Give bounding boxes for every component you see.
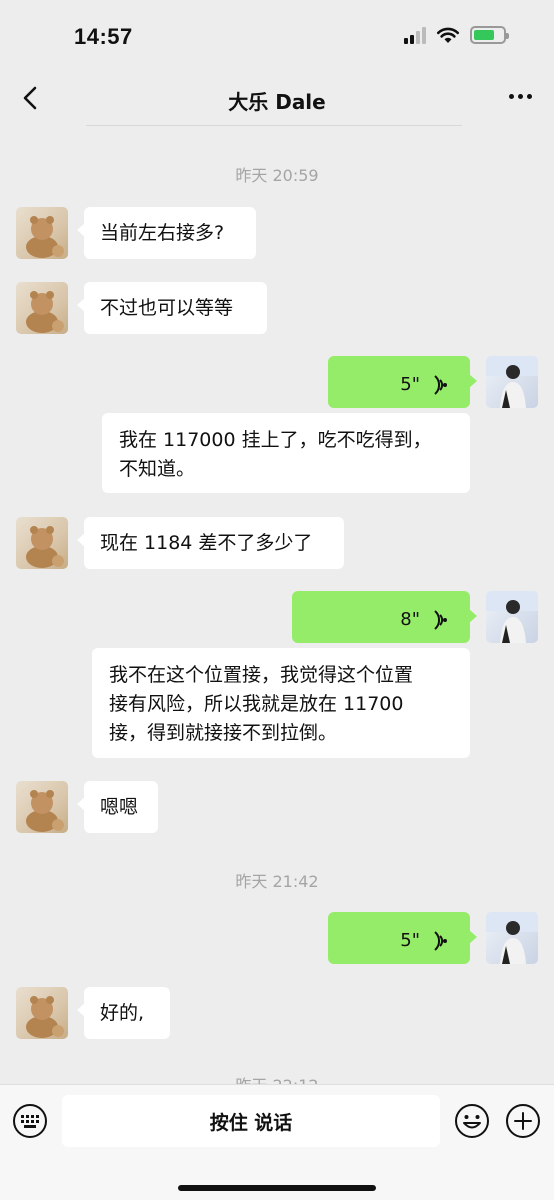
voice-transcript[interactable]: 我在 117000 挂上了，吃不吃得到， 不知道。 [102, 413, 470, 493]
bear-figure-icon [26, 790, 64, 832]
timestamp: 昨天 20:59 [235, 166, 319, 185]
hold-to-talk-button[interactable]: 按住 说话 [62, 1095, 440, 1147]
status-bar: 14:57 [0, 0, 554, 70]
timestamp: 昨天 21:42 [235, 872, 319, 891]
person-photo-icon [486, 356, 538, 408]
bear-figure-icon [26, 291, 64, 333]
transcript-line: 接有风险，所以我就是放在 11700 [109, 693, 404, 715]
voice-message-bubble[interactable]: 5" [328, 356, 477, 408]
person-photo-icon [486, 591, 538, 643]
keyboard-toggle-icon[interactable] [12, 1103, 48, 1139]
voice-duration: 5" [400, 374, 420, 395]
message-text: 现在 1184 差不了多少了 [100, 532, 313, 554]
my-avatar[interactable] [486, 912, 538, 964]
contact-avatar[interactable] [16, 781, 68, 833]
voice-message-content: 5" [400, 926, 448, 956]
bear-figure-icon [26, 216, 64, 258]
voice-message-bubble[interactable]: 5" [328, 912, 477, 964]
transcript-line: 接，得到就接接不到拉倒。 [109, 722, 338, 744]
message-text: 好的, [100, 1002, 145, 1024]
voice-duration: 8" [400, 609, 420, 630]
more-options-icon[interactable] [509, 94, 532, 99]
message-bubble-incoming[interactable]: 现在 1184 差不了多少了 [77, 517, 344, 569]
message-bubble-incoming[interactable]: 不过也可以等等 [77, 282, 267, 334]
voice-message-bubble[interactable]: 8" [292, 591, 477, 643]
status-time: 14:57 [74, 24, 133, 49]
contact-avatar[interactable] [16, 282, 68, 334]
voice-duration: 5" [400, 930, 420, 951]
my-avatar[interactable] [486, 356, 538, 408]
transcript-line: 我在 117000 挂上了，吃不吃得到， [119, 429, 432, 451]
voice-wave-icon [434, 931, 447, 951]
message-bubble-incoming[interactable]: 当前左右接多? [77, 207, 256, 259]
home-indicator [178, 1185, 376, 1191]
bear-figure-icon [26, 526, 64, 568]
message-text: 不过也可以等等 [100, 297, 234, 319]
voice-wave-icon [434, 375, 447, 395]
my-avatar[interactable] [486, 591, 538, 643]
chat-header: 大乐 Dale [0, 70, 554, 126]
person-photo-icon [486, 912, 538, 964]
voice-transcript[interactable]: 我不在这个位置接，我觉得这个位置 接有风险，所以我就是放在 11700 接，得到… [92, 648, 470, 758]
voice-message-content: 8" [400, 605, 448, 635]
message-bubble-incoming[interactable]: 好的, [77, 987, 170, 1039]
message-text: 当前左右接多? [100, 222, 225, 244]
cellular-signal-icon [404, 26, 426, 44]
message-text: 嗯嗯 [100, 796, 139, 818]
voice-message-content: 5" [400, 370, 448, 400]
message-bubble-incoming[interactable]: 嗯嗯 [77, 781, 158, 833]
bear-figure-icon [26, 996, 64, 1038]
contact-avatar[interactable] [16, 207, 68, 259]
contact-avatar[interactable] [16, 517, 68, 569]
contact-avatar[interactable] [16, 987, 68, 1039]
voice-wave-icon [434, 610, 447, 630]
chat-input-bar: 按住 说话 [0, 1084, 554, 1200]
transcript-line: 不知道。 [119, 458, 196, 480]
header-divider [86, 125, 462, 126]
emoji-icon[interactable] [454, 1103, 490, 1139]
plus-icon[interactable] [505, 1103, 541, 1139]
wifi-icon [436, 27, 460, 43]
chat-title: 大乐 Dale [228, 90, 326, 114]
status-icons [404, 26, 509, 44]
battery-icon [470, 26, 509, 44]
transcript-line: 我不在这个位置接，我觉得这个位置 [109, 664, 414, 686]
